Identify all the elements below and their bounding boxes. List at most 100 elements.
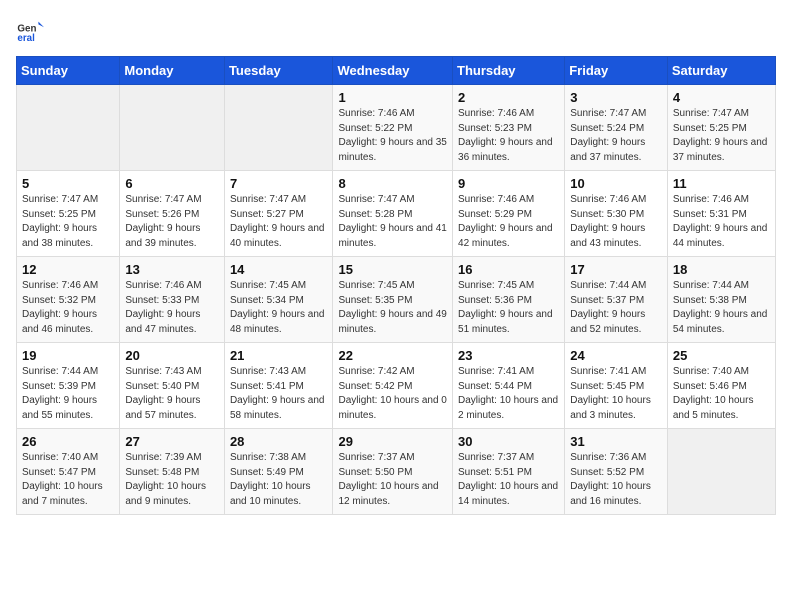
cell-info: Sunrise: 7:40 AMSunset: 5:47 PMDaylight:… bbox=[22, 452, 103, 507]
weekday-header-friday: Friday bbox=[565, 57, 668, 85]
calendar-week-row: 26 Sunrise: 7:40 AMSunset: 5:47 PMDaylig… bbox=[17, 429, 776, 515]
calendar-cell: 24 Sunrise: 7:41 AMSunset: 5:45 PMDaylig… bbox=[565, 343, 668, 429]
cell-info: Sunrise: 7:40 AMSunset: 5:46 PMDaylight:… bbox=[673, 366, 754, 421]
cell-info: Sunrise: 7:39 AMSunset: 5:48 PMDaylight:… bbox=[125, 452, 206, 507]
weekday-header-row: SundayMondayTuesdayWednesdayThursdayFrid… bbox=[17, 57, 776, 85]
day-number: 21 bbox=[230, 348, 328, 363]
calendar-cell: 16 Sunrise: 7:45 AMSunset: 5:36 PMDaylig… bbox=[453, 257, 565, 343]
day-number: 24 bbox=[570, 348, 662, 363]
cell-info: Sunrise: 7:44 AMSunset: 5:38 PMDaylight:… bbox=[673, 280, 768, 335]
calendar-cell: 20 Sunrise: 7:43 AMSunset: 5:40 PMDaylig… bbox=[120, 343, 225, 429]
day-number: 15 bbox=[338, 262, 447, 277]
calendar-cell: 4 Sunrise: 7:47 AMSunset: 5:25 PMDayligh… bbox=[667, 85, 775, 171]
day-number: 22 bbox=[338, 348, 447, 363]
cell-info: Sunrise: 7:46 AMSunset: 5:33 PMDaylight:… bbox=[125, 280, 201, 335]
day-number: 8 bbox=[338, 176, 447, 191]
cell-info: Sunrise: 7:47 AMSunset: 5:25 PMDaylight:… bbox=[22, 194, 98, 249]
logo-icon: Gen eral bbox=[16, 16, 44, 44]
day-number: 18 bbox=[673, 262, 770, 277]
day-number: 7 bbox=[230, 176, 328, 191]
calendar-cell: 8 Sunrise: 7:47 AMSunset: 5:28 PMDayligh… bbox=[333, 171, 453, 257]
cell-info: Sunrise: 7:44 AMSunset: 5:39 PMDaylight:… bbox=[22, 366, 98, 421]
calendar-cell bbox=[224, 85, 333, 171]
calendar-cell: 29 Sunrise: 7:37 AMSunset: 5:50 PMDaylig… bbox=[333, 429, 453, 515]
calendar-cell: 1 Sunrise: 7:46 AMSunset: 5:22 PMDayligh… bbox=[333, 85, 453, 171]
calendar-cell: 10 Sunrise: 7:46 AMSunset: 5:30 PMDaylig… bbox=[565, 171, 668, 257]
calendar-cell: 21 Sunrise: 7:43 AMSunset: 5:41 PMDaylig… bbox=[224, 343, 333, 429]
cell-info: Sunrise: 7:46 AMSunset: 5:22 PMDaylight:… bbox=[338, 108, 446, 163]
calendar-cell: 5 Sunrise: 7:47 AMSunset: 5:25 PMDayligh… bbox=[17, 171, 120, 257]
day-number: 14 bbox=[230, 262, 328, 277]
cell-info: Sunrise: 7:46 AMSunset: 5:23 PMDaylight:… bbox=[458, 108, 553, 163]
day-number: 9 bbox=[458, 176, 559, 191]
calendar-cell bbox=[120, 85, 225, 171]
cell-info: Sunrise: 7:47 AMSunset: 5:24 PMDaylight:… bbox=[570, 108, 646, 163]
page-header: Gen eral bbox=[16, 16, 776, 44]
cell-info: Sunrise: 7:42 AMSunset: 5:42 PMDaylight:… bbox=[338, 366, 446, 421]
weekday-header-thursday: Thursday bbox=[453, 57, 565, 85]
weekday-header-sunday: Sunday bbox=[17, 57, 120, 85]
day-number: 27 bbox=[125, 434, 219, 449]
calendar-cell: 31 Sunrise: 7:36 AMSunset: 5:52 PMDaylig… bbox=[565, 429, 668, 515]
calendar-cell bbox=[17, 85, 120, 171]
cell-info: Sunrise: 7:47 AMSunset: 5:27 PMDaylight:… bbox=[230, 194, 325, 249]
cell-info: Sunrise: 7:45 AMSunset: 5:35 PMDaylight:… bbox=[338, 280, 446, 335]
calendar-cell: 19 Sunrise: 7:44 AMSunset: 5:39 PMDaylig… bbox=[17, 343, 120, 429]
cell-info: Sunrise: 7:45 AMSunset: 5:36 PMDaylight:… bbox=[458, 280, 553, 335]
cell-info: Sunrise: 7:38 AMSunset: 5:49 PMDaylight:… bbox=[230, 452, 311, 507]
calendar-cell: 30 Sunrise: 7:37 AMSunset: 5:51 PMDaylig… bbox=[453, 429, 565, 515]
day-number: 2 bbox=[458, 90, 559, 105]
day-number: 26 bbox=[22, 434, 114, 449]
cell-info: Sunrise: 7:46 AMSunset: 5:32 PMDaylight:… bbox=[22, 280, 98, 335]
calendar-cell: 15 Sunrise: 7:45 AMSunset: 5:35 PMDaylig… bbox=[333, 257, 453, 343]
day-number: 1 bbox=[338, 90, 447, 105]
day-number: 16 bbox=[458, 262, 559, 277]
calendar-cell: 13 Sunrise: 7:46 AMSunset: 5:33 PMDaylig… bbox=[120, 257, 225, 343]
cell-info: Sunrise: 7:45 AMSunset: 5:34 PMDaylight:… bbox=[230, 280, 325, 335]
day-number: 17 bbox=[570, 262, 662, 277]
day-number: 10 bbox=[570, 176, 662, 191]
calendar-cell: 18 Sunrise: 7:44 AMSunset: 5:38 PMDaylig… bbox=[667, 257, 775, 343]
cell-info: Sunrise: 7:37 AMSunset: 5:50 PMDaylight:… bbox=[338, 452, 438, 507]
calendar-week-row: 5 Sunrise: 7:47 AMSunset: 5:25 PMDayligh… bbox=[17, 171, 776, 257]
cell-info: Sunrise: 7:47 AMSunset: 5:25 PMDaylight:… bbox=[673, 108, 768, 163]
cell-info: Sunrise: 7:46 AMSunset: 5:29 PMDaylight:… bbox=[458, 194, 553, 249]
cell-info: Sunrise: 7:41 AMSunset: 5:44 PMDaylight:… bbox=[458, 366, 558, 421]
cell-info: Sunrise: 7:44 AMSunset: 5:37 PMDaylight:… bbox=[570, 280, 646, 335]
calendar-cell: 12 Sunrise: 7:46 AMSunset: 5:32 PMDaylig… bbox=[17, 257, 120, 343]
day-number: 19 bbox=[22, 348, 114, 363]
calendar-cell: 6 Sunrise: 7:47 AMSunset: 5:26 PMDayligh… bbox=[120, 171, 225, 257]
weekday-header-tuesday: Tuesday bbox=[224, 57, 333, 85]
calendar-table: SundayMondayTuesdayWednesdayThursdayFrid… bbox=[16, 56, 776, 515]
day-number: 12 bbox=[22, 262, 114, 277]
cell-info: Sunrise: 7:36 AMSunset: 5:52 PMDaylight:… bbox=[570, 452, 651, 507]
day-number: 28 bbox=[230, 434, 328, 449]
cell-info: Sunrise: 7:41 AMSunset: 5:45 PMDaylight:… bbox=[570, 366, 651, 421]
calendar-cell: 9 Sunrise: 7:46 AMSunset: 5:29 PMDayligh… bbox=[453, 171, 565, 257]
day-number: 29 bbox=[338, 434, 447, 449]
weekday-header-saturday: Saturday bbox=[667, 57, 775, 85]
day-number: 4 bbox=[673, 90, 770, 105]
day-number: 31 bbox=[570, 434, 662, 449]
day-number: 11 bbox=[673, 176, 770, 191]
calendar-week-row: 19 Sunrise: 7:44 AMSunset: 5:39 PMDaylig… bbox=[17, 343, 776, 429]
cell-info: Sunrise: 7:47 AMSunset: 5:28 PMDaylight:… bbox=[338, 194, 446, 249]
calendar-cell: 22 Sunrise: 7:42 AMSunset: 5:42 PMDaylig… bbox=[333, 343, 453, 429]
calendar-cell: 14 Sunrise: 7:45 AMSunset: 5:34 PMDaylig… bbox=[224, 257, 333, 343]
cell-info: Sunrise: 7:46 AMSunset: 5:31 PMDaylight:… bbox=[673, 194, 768, 249]
cell-info: Sunrise: 7:43 AMSunset: 5:41 PMDaylight:… bbox=[230, 366, 325, 421]
cell-info: Sunrise: 7:37 AMSunset: 5:51 PMDaylight:… bbox=[458, 452, 558, 507]
calendar-cell: 7 Sunrise: 7:47 AMSunset: 5:27 PMDayligh… bbox=[224, 171, 333, 257]
day-number: 5 bbox=[22, 176, 114, 191]
day-number: 13 bbox=[125, 262, 219, 277]
day-number: 23 bbox=[458, 348, 559, 363]
calendar-cell: 26 Sunrise: 7:40 AMSunset: 5:47 PMDaylig… bbox=[17, 429, 120, 515]
calendar-cell: 2 Sunrise: 7:46 AMSunset: 5:23 PMDayligh… bbox=[453, 85, 565, 171]
calendar-week-row: 12 Sunrise: 7:46 AMSunset: 5:32 PMDaylig… bbox=[17, 257, 776, 343]
day-number: 25 bbox=[673, 348, 770, 363]
calendar-cell bbox=[667, 429, 775, 515]
cell-info: Sunrise: 7:47 AMSunset: 5:26 PMDaylight:… bbox=[125, 194, 201, 249]
calendar-week-row: 1 Sunrise: 7:46 AMSunset: 5:22 PMDayligh… bbox=[17, 85, 776, 171]
day-number: 20 bbox=[125, 348, 219, 363]
calendar-cell: 27 Sunrise: 7:39 AMSunset: 5:48 PMDaylig… bbox=[120, 429, 225, 515]
